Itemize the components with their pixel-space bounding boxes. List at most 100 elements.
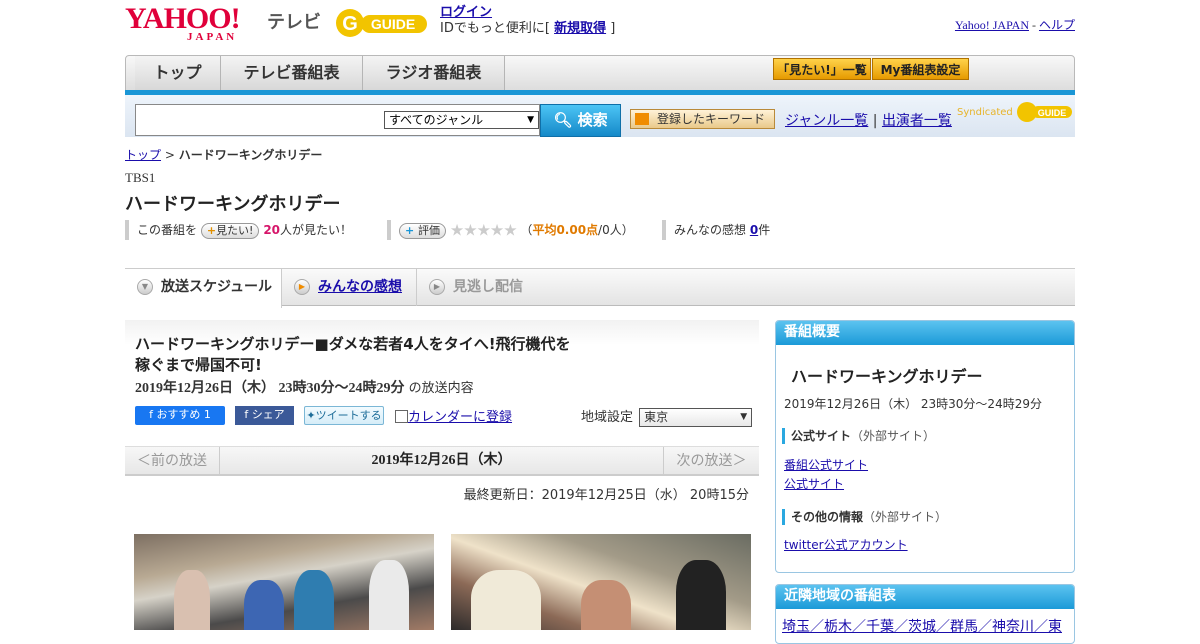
official-site-link[interactable]: 公式サイト bbox=[784, 475, 844, 492]
rating-stat: + 評価 ★★★★★ （平均0.00点/0人） bbox=[387, 220, 634, 240]
other-info-heading: その他の情報（外部サイト） bbox=[782, 509, 947, 525]
want-suffix: 人が見たい！ bbox=[280, 223, 353, 237]
rating-open: （ bbox=[520, 223, 533, 237]
registered-keyword-button[interactable]: 登録したキーワード bbox=[630, 109, 775, 129]
tab-missed-label: 見逃し配信 bbox=[453, 279, 523, 295]
next-broadcast-link[interactable]: 次の放送＞ bbox=[663, 447, 759, 475]
region-select[interactable]: 東京 bbox=[639, 408, 753, 427]
overview-date: 2019年12月26日（木） 23時30分～24時29分 bbox=[784, 397, 1042, 411]
breadcrumb-home[interactable]: トップ bbox=[125, 148, 161, 162]
top-right-links: Yahoo! JAPAN - ヘルプ bbox=[955, 16, 1075, 33]
tweet-label: ツイートする bbox=[315, 409, 382, 422]
nearby-heading: 近隣地域の番組表 bbox=[776, 585, 1074, 609]
person-figure bbox=[294, 570, 334, 630]
want-prefix: この番組を bbox=[137, 223, 198, 237]
program-official-site-link[interactable]: 番組公式サイト bbox=[784, 456, 868, 473]
twitter-bird-icon: ✦ bbox=[306, 409, 316, 422]
person-figure bbox=[471, 570, 541, 630]
station-name: TBS1 bbox=[125, 170, 156, 185]
nearby-region-links[interactable]: 埼玉／栃木／千葉／茨城／群馬／神奈川／東 bbox=[782, 616, 1072, 636]
facebook-icon: f bbox=[244, 408, 252, 421]
want-button-label: 見たい! bbox=[216, 223, 254, 237]
login-box: ログイン IDでもっと便利に[ 新規取得 ] bbox=[440, 5, 615, 37]
facebook-recommend-label: おすすめ 1 bbox=[156, 408, 211, 421]
rate-button[interactable]: + 評価 bbox=[399, 222, 447, 239]
top-link-separator: - bbox=[1028, 18, 1039, 32]
page: YAHOO! JAPAN テレビ G GUIDE ログイン IDでもっと便利に[… bbox=[125, 0, 1075, 644]
official-site-heading: 公式サイト（外部サイト） bbox=[782, 428, 935, 444]
prev-broadcast-link[interactable]: ＜前の放送 bbox=[125, 447, 220, 475]
person-figure bbox=[676, 560, 726, 630]
svg-text:G: G bbox=[342, 13, 358, 35]
overview-box: 番組概要 ハードワーキングホリデー 2019年12月26日（木） 23時30分～… bbox=[775, 320, 1075, 573]
impressions-suffix: 件 bbox=[758, 223, 771, 237]
calendar-icon bbox=[395, 410, 408, 423]
overview-heading: 番組概要 bbox=[776, 321, 1074, 345]
want-stat: この番組を +見たい! 20人が見たい！ bbox=[125, 220, 352, 240]
chevron-down-icon: ▼ bbox=[137, 279, 153, 295]
last-updated: 最終更新日：2019年12月25日（水） 20時15分 bbox=[463, 488, 749, 503]
svg-text:GUIDE: GUIDE bbox=[371, 16, 415, 32]
tab-schedule-label: 放送スケジュール bbox=[161, 279, 273, 295]
facebook-recommend-button[interactable]: f おすすめ 1 bbox=[135, 406, 225, 425]
search-links: ジャンル一覧 | 出演者一覧 bbox=[785, 110, 952, 130]
arrow-down-icon bbox=[635, 113, 649, 125]
my-settings-button[interactable]: My番組表設定 bbox=[872, 58, 969, 80]
tv-logo[interactable]: テレビ bbox=[267, 8, 321, 34]
tab-missed[interactable]: ▶ 見逃し配信 bbox=[417, 269, 547, 306]
link-divider: | bbox=[872, 113, 878, 129]
region-label: 地域設定 bbox=[581, 410, 634, 425]
svg-text:GUIDE: GUIDE bbox=[1038, 108, 1067, 118]
impressions-stat: みんなの感想 0件 bbox=[662, 220, 770, 240]
help-link[interactable]: ヘルプ bbox=[1039, 18, 1075, 32]
want-count: 20 bbox=[263, 223, 281, 237]
nav-tab-radio-guide[interactable]: ラジオ番組表 bbox=[363, 56, 505, 90]
episode-date-time: 2019年12月26日（木） 23時30分～24時29分 bbox=[135, 381, 405, 396]
official-site-label: 公式サイト bbox=[791, 429, 852, 443]
person-figure bbox=[581, 580, 631, 630]
rate-button-label: 評価 bbox=[418, 223, 441, 237]
impressions-label: みんなの感想 bbox=[674, 223, 747, 237]
yahoo-japan-link[interactable]: Yahoo! JAPAN bbox=[955, 18, 1029, 32]
episode-date: 2019年12月26日（木） 23時30分～24時29分 の放送内容 bbox=[135, 377, 474, 397]
performer-list-link[interactable]: 出演者一覧 bbox=[882, 113, 952, 129]
episode-photo-1 bbox=[134, 534, 434, 630]
search-icon: 🔍︎ bbox=[553, 111, 578, 129]
nav-tab-top[interactable]: トップ bbox=[135, 56, 221, 90]
yahoo-logo[interactable]: YAHOO! JAPAN bbox=[125, 4, 241, 43]
want-button[interactable]: +見たい! bbox=[200, 222, 260, 239]
nearby-region-box: 近隣地域の番組表 埼玉／栃木／千葉／茨城／群馬／神奈川／東 bbox=[775, 584, 1075, 644]
register-link[interactable]: 新規取得 bbox=[554, 21, 606, 36]
breadcrumb-sep: > bbox=[161, 148, 179, 162]
calendar-link[interactable]: カレンダーに登録 bbox=[408, 410, 512, 425]
search-area: すべてのジャンル 🔍︎ 検索 登録したキーワード ジャンル一覧 | 出演者一覧 … bbox=[125, 95, 1075, 137]
calendar-register[interactable]: カレンダーに登録 bbox=[395, 406, 512, 425]
want-list-button[interactable]: 「見たい!」一覧 bbox=[773, 58, 871, 80]
episode-date-suffix: の放送内容 bbox=[408, 381, 474, 396]
tweet-button[interactable]: ✦ツイートする bbox=[304, 406, 384, 425]
gguide-logo: G GUIDE bbox=[336, 9, 427, 37]
genre-list-link[interactable]: ジャンル一覧 bbox=[785, 113, 868, 129]
tab-impressions[interactable]: ▶ みんなの感想 bbox=[282, 269, 417, 306]
program-tabs: ▼ 放送スケジュール ▶ みんなの感想 ▶ 見逃し配信 bbox=[125, 268, 1075, 308]
search-button-label: 検索 bbox=[577, 111, 608, 129]
yahoo-logo-japan: JAPAN bbox=[187, 31, 238, 43]
impressions-count[interactable]: 0 bbox=[750, 223, 758, 237]
genre-select[interactable]: すべてのジャンル bbox=[384, 111, 539, 129]
pager-date: 2019年12月26日（木） bbox=[371, 453, 512, 468]
other-info-label: その他の情報 bbox=[791, 510, 864, 524]
person-figure bbox=[174, 570, 210, 630]
facebook-share-button[interactable]: f シェア bbox=[235, 406, 294, 425]
search-button[interactable]: 🔍︎ 検索 bbox=[540, 104, 621, 137]
person-figure bbox=[244, 580, 284, 630]
tab-schedule[interactable]: ▼ 放送スケジュール bbox=[125, 269, 282, 308]
rating-average: 平均0.00点 bbox=[532, 223, 599, 237]
nav-tab-tv-guide[interactable]: テレビ番組表 bbox=[221, 56, 363, 90]
rating-stars-icon[interactable]: ★★★★★ bbox=[450, 221, 518, 240]
external-note: （外部サイト） bbox=[863, 510, 948, 524]
play-icon: ▶ bbox=[429, 279, 445, 295]
episode-box: ハードワーキングホリデー■ダメな若者4人をタイへ!飛行機代を稼ぐまで帰国不可! … bbox=[125, 320, 759, 480]
play-icon: ▶ bbox=[294, 279, 310, 295]
login-link[interactable]: ログイン bbox=[440, 5, 492, 20]
twitter-account-link[interactable]: twitter公式アカウント bbox=[784, 536, 908, 553]
